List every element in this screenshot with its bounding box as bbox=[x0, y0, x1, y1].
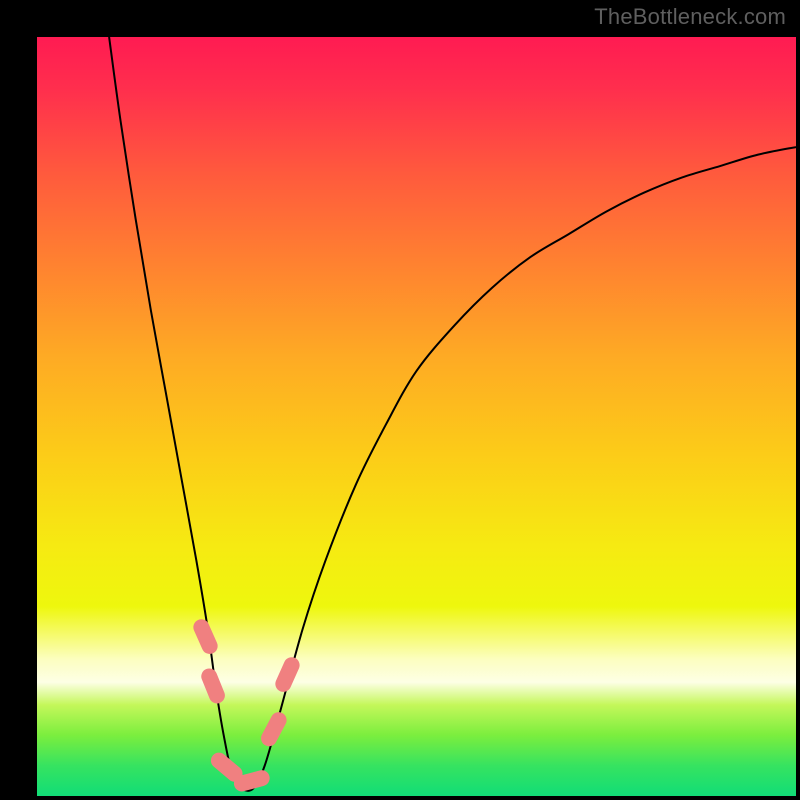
chart-frame: TheBottleneck.com bbox=[0, 0, 800, 800]
chart-svg bbox=[37, 37, 796, 796]
watermark-text: TheBottleneck.com bbox=[594, 4, 786, 30]
chart-plot-area bbox=[37, 37, 796, 796]
gradient-background bbox=[37, 37, 796, 796]
